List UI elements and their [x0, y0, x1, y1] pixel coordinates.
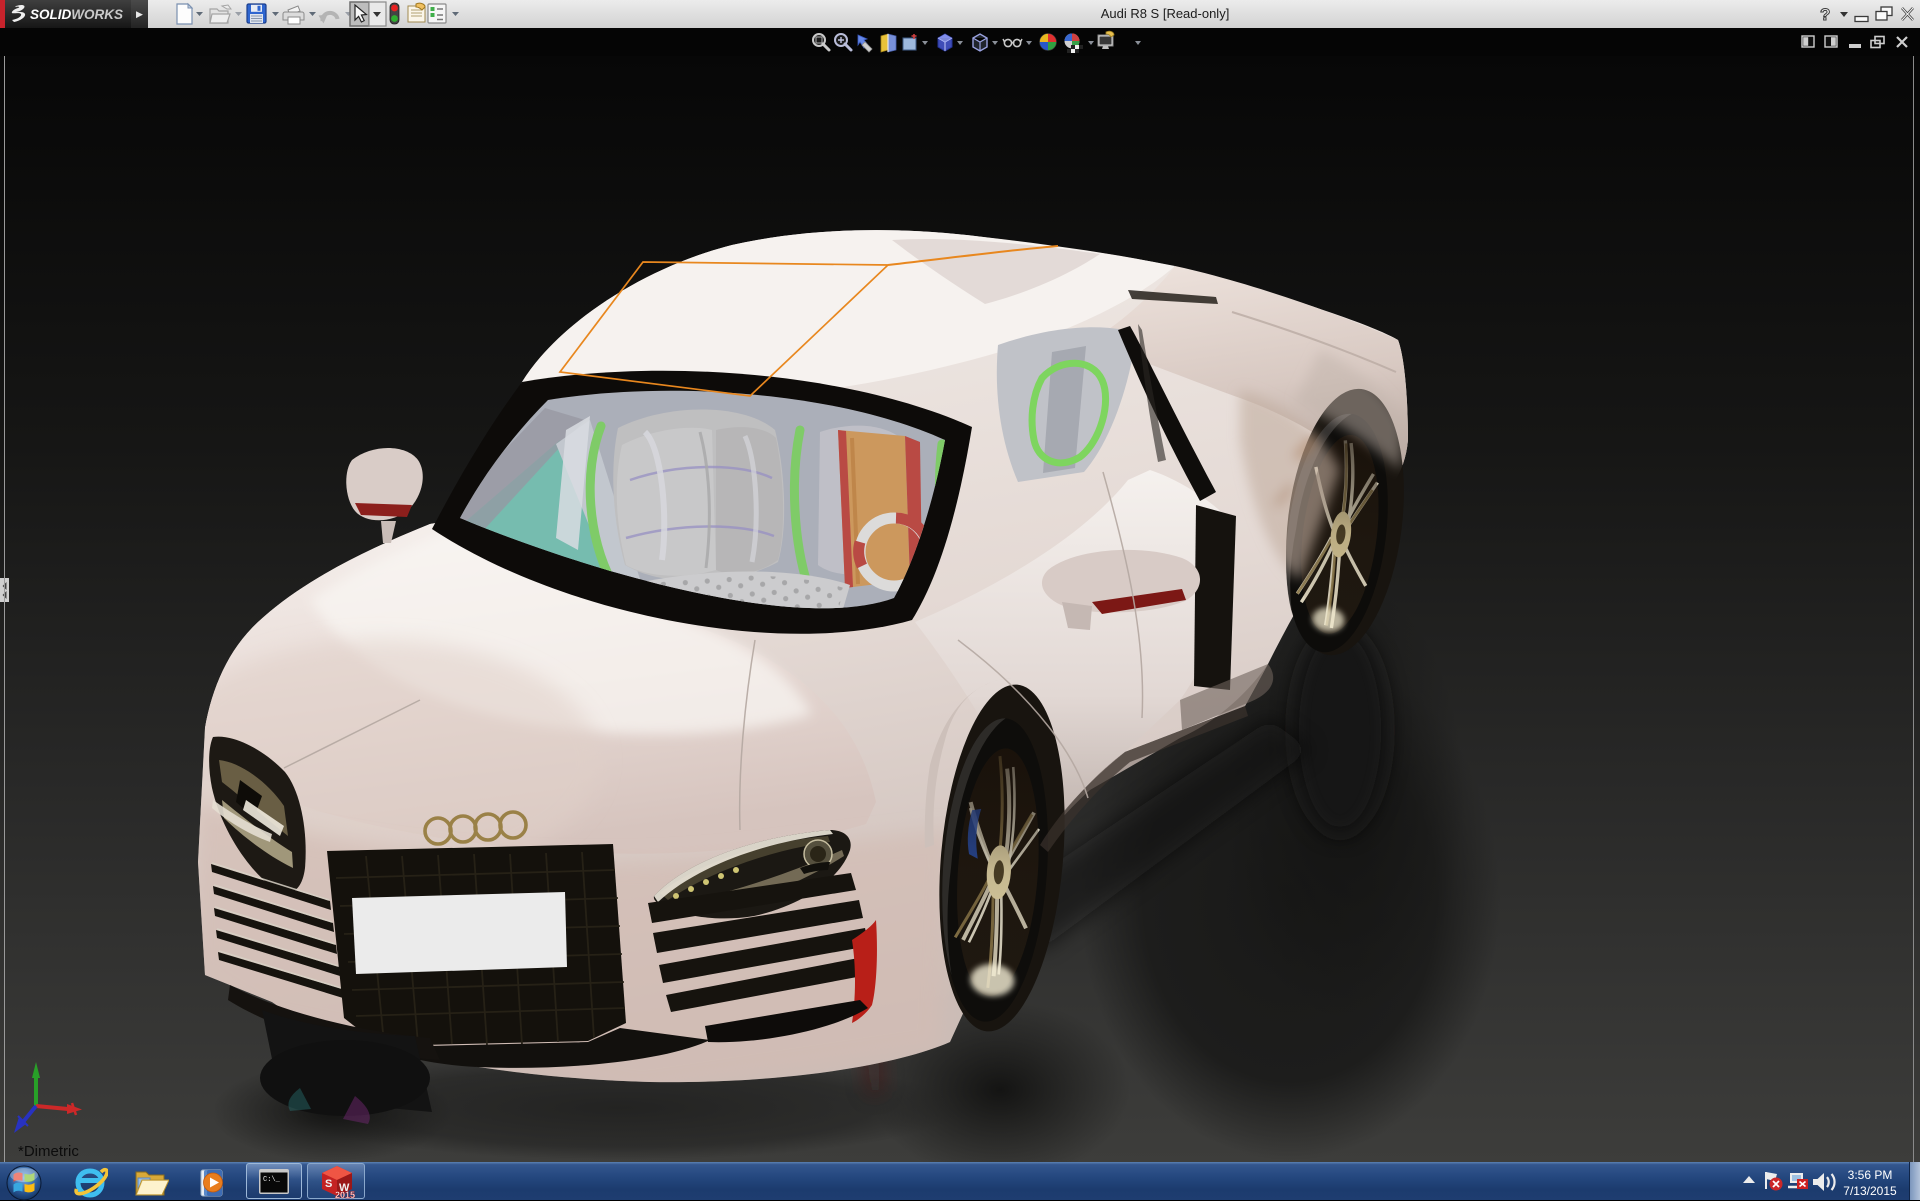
svg-text:2015: 2015	[335, 1190, 355, 1199]
svg-text:C:\_: C:\_	[263, 1176, 281, 1184]
svg-text:S: S	[325, 1178, 332, 1190]
svg-text:SOLIDWORKS: SOLIDWORKS	[30, 7, 123, 22]
svg-text:?: ?	[1820, 5, 1830, 24]
